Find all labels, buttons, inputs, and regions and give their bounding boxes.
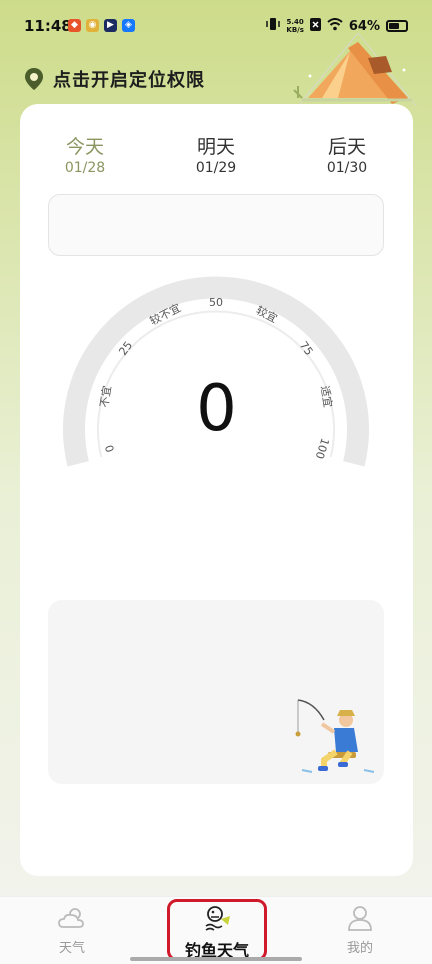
home-indicator[interactable] xyxy=(130,957,302,961)
tab-date: 01/28 xyxy=(64,160,106,176)
location-prompt: 点击开启定位权限 xyxy=(53,70,205,91)
nav-label: 天气 xyxy=(58,941,85,956)
tab-tomorrow[interactable]: 明天 01/29 xyxy=(171,132,261,176)
gauge-tick-label: 50 xyxy=(209,296,223,309)
tent-illustration xyxy=(293,32,417,107)
gauge-tick-label: 25 xyxy=(116,339,135,358)
tab-today[interactable]: 今天 01/28 xyxy=(40,132,130,176)
selected-tab-highlight xyxy=(167,899,267,961)
gauge-tick-label: 75 xyxy=(297,339,316,358)
app-notification-icon: ▶ xyxy=(104,19,117,32)
location-permission-link[interactable]: 点击开启定位权限 xyxy=(24,66,205,92)
fishing-index-card: 今天 01/28 明天 01/29 后天 01/30 0 25 50 75 100 不宜较… xyxy=(20,104,413,876)
app-notification-icon: ◉ xyxy=(86,19,99,32)
tab-label: 明天 xyxy=(196,136,235,158)
tab-day-after-tomorrow[interactable]: 后天 01/30 xyxy=(302,132,392,176)
tab-label: 今天 xyxy=(65,136,104,158)
cloud-sun-icon xyxy=(58,908,84,928)
nav-weather[interactable]: 天气 xyxy=(32,905,112,956)
tab-date: 01/29 xyxy=(195,160,237,176)
user-icon xyxy=(348,906,372,931)
weather-summary-box xyxy=(48,194,384,256)
alipay-icon: ◈ xyxy=(122,19,135,32)
app-notification-icon: ◆ xyxy=(68,19,81,32)
fishing-tips-box xyxy=(48,600,384,784)
location-pin-icon xyxy=(25,68,43,90)
fisherman-illustration xyxy=(295,699,375,773)
nav-profile[interactable]: 我的 xyxy=(320,905,400,956)
status-time: 11:48 xyxy=(24,17,72,35)
network-speed-value: 5.40 xyxy=(286,18,304,26)
vibrate-icon xyxy=(266,17,281,35)
fishing-score: 0 xyxy=(196,372,237,446)
nav-label: 我的 xyxy=(346,941,373,956)
tab-label: 后天 xyxy=(327,136,366,158)
tab-date: 01/30 xyxy=(326,160,368,176)
